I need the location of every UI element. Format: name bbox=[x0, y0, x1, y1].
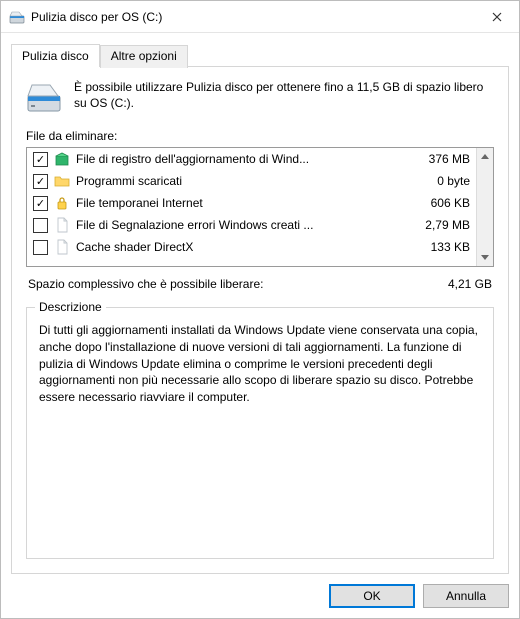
total-value: 4,21 GB bbox=[448, 277, 492, 291]
file-list-items: ✓ File di registro dell'aggiornamento di … bbox=[27, 148, 476, 266]
file-icon bbox=[54, 217, 70, 233]
disk-cleanup-icon bbox=[9, 9, 25, 25]
item-name: File di Segnalazione errori Windows crea… bbox=[76, 218, 400, 232]
tab-altre-opzioni[interactable]: Altre opzioni bbox=[100, 45, 188, 68]
titlebar: Pulizia disco per OS (C:) bbox=[1, 1, 519, 33]
tab-panel: È possibile utilizzare Pulizia disco per… bbox=[11, 66, 509, 574]
button-row: OK Annulla bbox=[1, 574, 519, 618]
close-button[interactable] bbox=[474, 2, 519, 32]
checkbox[interactable] bbox=[33, 240, 48, 255]
tab-strip: Pulizia disco Altre opzioni bbox=[11, 43, 509, 66]
item-name: Programmi scaricati bbox=[76, 174, 400, 188]
list-item[interactable]: ✓ Programmi scaricati0 byte bbox=[27, 170, 476, 192]
description-title: Descrizione bbox=[35, 300, 106, 314]
checkbox[interactable]: ✓ bbox=[33, 174, 48, 189]
item-size: 133 KB bbox=[400, 240, 470, 254]
total-label: Spazio complessivo che è possibile liber… bbox=[28, 277, 263, 291]
item-name: File temporanei Internet bbox=[76, 196, 400, 210]
list-item[interactable]: Cache shader DirectX133 KB bbox=[27, 236, 476, 258]
window-title: Pulizia disco per OS (C:) bbox=[31, 10, 474, 24]
item-size: 606 KB bbox=[400, 196, 470, 210]
checkbox[interactable] bbox=[33, 218, 48, 233]
intro-text: È possibile utilizzare Pulizia disco per… bbox=[74, 79, 494, 115]
item-name: Cache shader DirectX bbox=[76, 240, 400, 254]
description-text: Di tutti gli aggiornamenti installati da… bbox=[39, 322, 481, 406]
ok-button[interactable]: OK bbox=[329, 584, 415, 608]
item-size: 2,79 MB bbox=[400, 218, 470, 232]
list-item[interactable]: ✓ File di registro dell'aggiornamento di … bbox=[27, 148, 476, 170]
dialog-window: Pulizia disco per OS (C:) Pulizia disco … bbox=[0, 0, 520, 619]
item-size: 0 byte bbox=[400, 174, 470, 188]
package-icon bbox=[54, 151, 70, 167]
file-list[interactable]: ✓ File di registro dell'aggiornamento di … bbox=[26, 147, 494, 267]
content-area: Pulizia disco Altre opzioni È possibile … bbox=[1, 33, 519, 574]
scroll-up-button[interactable] bbox=[477, 148, 493, 165]
checkbox[interactable]: ✓ bbox=[33, 152, 48, 167]
cancel-button[interactable]: Annulla bbox=[423, 584, 509, 608]
list-item[interactable]: File di Segnalazione errori Windows crea… bbox=[27, 214, 476, 236]
checkbox[interactable]: ✓ bbox=[33, 196, 48, 211]
files-label-text: File da eliminare: bbox=[26, 129, 117, 143]
file-icon bbox=[54, 239, 70, 255]
total-row: Spazio complessivo che è possibile liber… bbox=[26, 267, 494, 303]
disk-cleanup-large-icon bbox=[26, 79, 62, 115]
lock-icon bbox=[54, 195, 70, 211]
files-label: File da eliminare: bbox=[26, 129, 494, 143]
description-group: Descrizione Di tutti gli aggiornamenti i… bbox=[26, 307, 494, 559]
item-size: 376 MB bbox=[400, 152, 470, 166]
intro-row: È possibile utilizzare Pulizia disco per… bbox=[26, 79, 494, 115]
tab-pulizia-disco[interactable]: Pulizia disco bbox=[11, 44, 100, 67]
scroll-down-button[interactable] bbox=[477, 249, 493, 266]
scroll-track[interactable] bbox=[477, 165, 493, 249]
folder-icon bbox=[54, 173, 70, 189]
item-name: File di registro dell'aggiornamento di W… bbox=[76, 152, 400, 166]
scrollbar[interactable] bbox=[476, 148, 493, 266]
list-item[interactable]: ✓ File temporanei Internet606 KB bbox=[27, 192, 476, 214]
